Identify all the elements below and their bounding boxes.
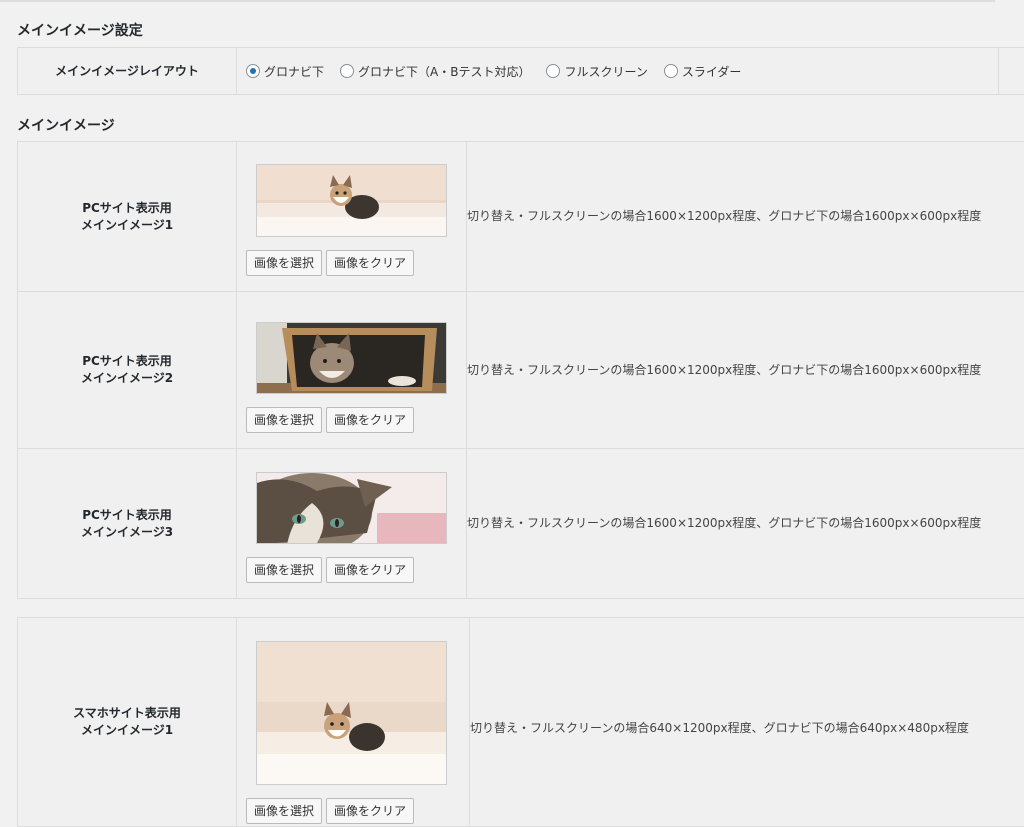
select-image-button[interactable]: 画像を選択 <box>246 407 322 433</box>
label-line1: PCサイト表示用 <box>18 507 236 524</box>
radio-label: スライダー <box>682 63 742 80</box>
image-row-label: PCサイト表示用 メインイメージ1 <box>18 142 237 292</box>
radio-label: グロナビ下（A・Bテスト対応） <box>358 63 530 80</box>
image-row-label: PCサイト表示用 メインイメージ3 <box>18 449 237 599</box>
radio-button[interactable] <box>246 64 260 78</box>
label-line2: メインイメージ2 <box>18 370 236 387</box>
image-description: 切り替え・フルスクリーンの場合1600×1200px程度、グロナビ下の場合160… <box>467 142 1024 292</box>
sp-images-table: スマホサイト表示用 メインイメージ1 <box>17 617 1024 827</box>
empty-cell <box>999 48 1024 95</box>
label-line1: スマホサイト表示用 <box>18 705 236 722</box>
label-line2: メインイメージ1 <box>18 217 236 234</box>
layout-settings-table: メインイメージレイアウト グロナビ下 グロナビ下（A・Bテスト対応） フルスクリ… <box>17 47 1024 95</box>
layout-option-gnav-below-ab[interactable]: グロナビ下（A・Bテスト対応） <box>340 63 530 80</box>
image-cell: 画像を選択 画像をクリア <box>237 618 470 827</box>
cat-thumbnail-image <box>256 641 447 785</box>
radio-button[interactable] <box>546 64 560 78</box>
cat-thumbnail-image <box>256 322 447 394</box>
image-cell: 画像を選択 画像をクリア <box>237 292 467 449</box>
image-description: 切り替え・フルスクリーンの場合640×1200px程度、グロナビ下の場合640p… <box>470 618 1024 827</box>
clear-image-button[interactable]: 画像をクリア <box>326 250 414 276</box>
image-cell: 画像を選択 画像をクリア <box>237 449 467 599</box>
image-description: 切り替え・フルスクリーンの場合1600×1200px程度、グロナビ下の場合160… <box>467 449 1024 599</box>
radio-label: グロナビ下 <box>264 63 324 80</box>
image-button-group: 画像を選択 画像をクリア <box>246 798 469 824</box>
select-image-button[interactable]: 画像を選択 <box>246 798 322 824</box>
main-image-settings-heading: メインイメージ設定 <box>17 20 143 40</box>
pc-images-table: PCサイト表示用 メインイメージ1 <box>17 141 1024 599</box>
layout-options-cell: グロナビ下 グロナビ下（A・Bテスト対応） フルスクリーン スライダー <box>237 48 999 95</box>
clear-image-button[interactable]: 画像をクリア <box>326 407 414 433</box>
select-image-button[interactable]: 画像を選択 <box>246 557 322 583</box>
cat-thumbnail-image <box>256 472 447 544</box>
top-divider <box>0 0 995 2</box>
image-row-pc-1: PCサイト表示用 メインイメージ1 <box>18 142 1024 292</box>
label-line2: メインイメージ1 <box>18 722 236 739</box>
layout-option-gnav-below[interactable]: グロナビ下 <box>246 63 324 80</box>
image-button-group: 画像を選択 画像をクリア <box>246 407 466 433</box>
image-row-pc-2: PCサイト表示用 メインイメージ2 <box>18 292 1024 449</box>
label-line1: PCサイト表示用 <box>18 353 236 370</box>
image-row-sp-1: スマホサイト表示用 メインイメージ1 <box>18 618 1024 827</box>
image-button-group: 画像を選択 画像をクリア <box>246 557 466 583</box>
label-line2: メインイメージ3 <box>18 524 236 541</box>
clear-image-button[interactable]: 画像をクリア <box>326 557 414 583</box>
radio-button[interactable] <box>664 64 678 78</box>
image-row-pc-3: PCサイト表示用 メインイメージ3 画像を選択 <box>18 449 1024 599</box>
select-image-button[interactable]: 画像を選択 <box>246 250 322 276</box>
layout-radio-group: グロナビ下 グロナビ下（A・Bテスト対応） フルスクリーン スライダー <box>237 63 998 80</box>
image-row-label: スマホサイト表示用 メインイメージ1 <box>18 618 237 827</box>
image-cell: 画像を選択 画像をクリア <box>237 142 467 292</box>
radio-label: フルスクリーン <box>564 63 647 80</box>
layout-option-fullscreen[interactable]: フルスクリーン <box>546 63 647 80</box>
image-row-label: PCサイト表示用 メインイメージ2 <box>18 292 237 449</box>
layout-label: メインイメージレイアウト <box>18 48 237 95</box>
radio-button[interactable] <box>340 64 354 78</box>
layout-option-slider[interactable]: スライダー <box>664 63 742 80</box>
cat-thumbnail-image <box>256 164 447 237</box>
label-line1: PCサイト表示用 <box>18 200 236 217</box>
image-description: 切り替え・フルスクリーンの場合1600×1200px程度、グロナビ下の場合160… <box>467 292 1024 449</box>
clear-image-button[interactable]: 画像をクリア <box>326 798 414 824</box>
main-image-heading: メインイメージ <box>17 115 115 135</box>
image-button-group: 画像を選択 画像をクリア <box>246 250 466 276</box>
